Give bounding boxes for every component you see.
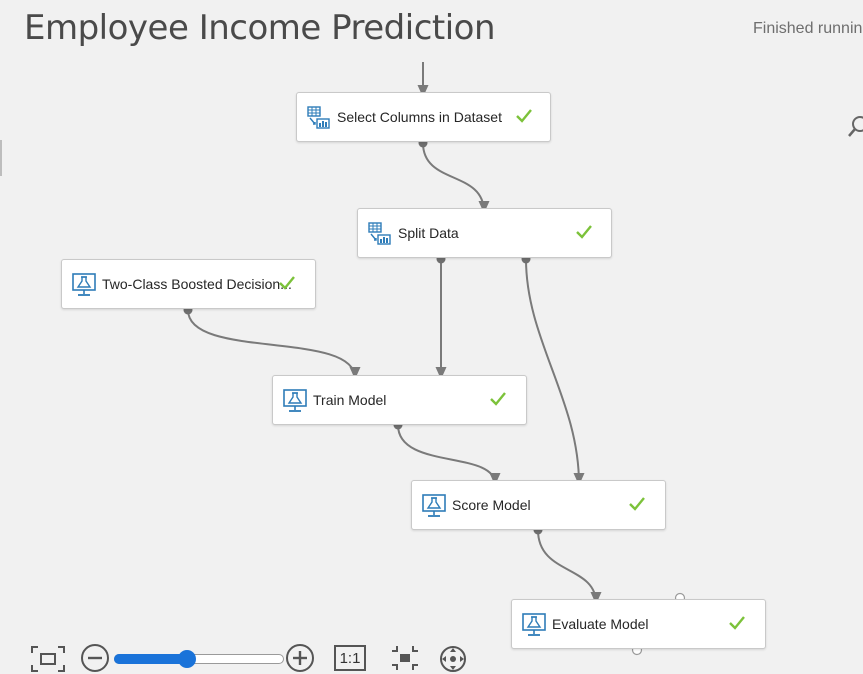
- connector-train-to-score: [397, 424, 501, 486]
- connector-split-right-to-score: [525, 258, 585, 486]
- table-transform-icon: [307, 106, 330, 129]
- connector-score-to-evaluate: [537, 529, 602, 605]
- flask-monitor-icon: [422, 494, 446, 517]
- check-icon: [629, 497, 645, 511]
- node-label: Train Model: [313, 392, 387, 408]
- check-icon: [516, 109, 532, 123]
- connector-select-to-split: [422, 142, 490, 214]
- actual-size-button[interactable]: 1:1: [334, 645, 366, 671]
- fit-to-screen-icon[interactable]: [30, 645, 66, 673]
- check-icon: [729, 616, 745, 630]
- node-label: Split Data: [398, 225, 459, 241]
- flask-monitor-icon: [283, 389, 307, 412]
- check-icon: [576, 225, 592, 239]
- table-transform-icon: [368, 222, 391, 245]
- connector-two-class-to-train: [187, 309, 361, 380]
- flask-monitor-icon: [72, 273, 96, 296]
- node-two-class-boosted-decision-tree[interactable]: Two-Class Boosted Decision...: [61, 259, 316, 309]
- check-icon: [279, 276, 295, 290]
- node-label: Score Model: [452, 497, 531, 513]
- node-train-model[interactable]: Train Model: [272, 375, 527, 425]
- zoom-slider-fill: [114, 654, 188, 664]
- zoom-slider-thumb[interactable]: [178, 650, 197, 668]
- experiment-canvas[interactable]: Employee Income Prediction Finished runn…: [0, 0, 863, 674]
- flask-monitor-icon: [522, 613, 546, 636]
- zoom-in-icon[interactable]: [285, 643, 315, 673]
- node-split-data[interactable]: Split Data: [357, 208, 612, 258]
- node-label: Select Columns in Dataset: [337, 109, 502, 125]
- node-label: Evaluate Model: [552, 616, 649, 632]
- node-label: Two-Class Boosted Decision...: [102, 276, 292, 292]
- zoom-out-icon[interactable]: [80, 643, 110, 673]
- pan-icon[interactable]: [438, 644, 468, 674]
- node-score-model[interactable]: Score Model: [411, 480, 666, 530]
- fit-selection-icon[interactable]: [390, 644, 420, 672]
- node-evaluate-model[interactable]: Evaluate Model: [511, 599, 766, 649]
- check-icon: [490, 392, 506, 406]
- node-select-columns[interactable]: Select Columns in Dataset: [296, 92, 551, 142]
